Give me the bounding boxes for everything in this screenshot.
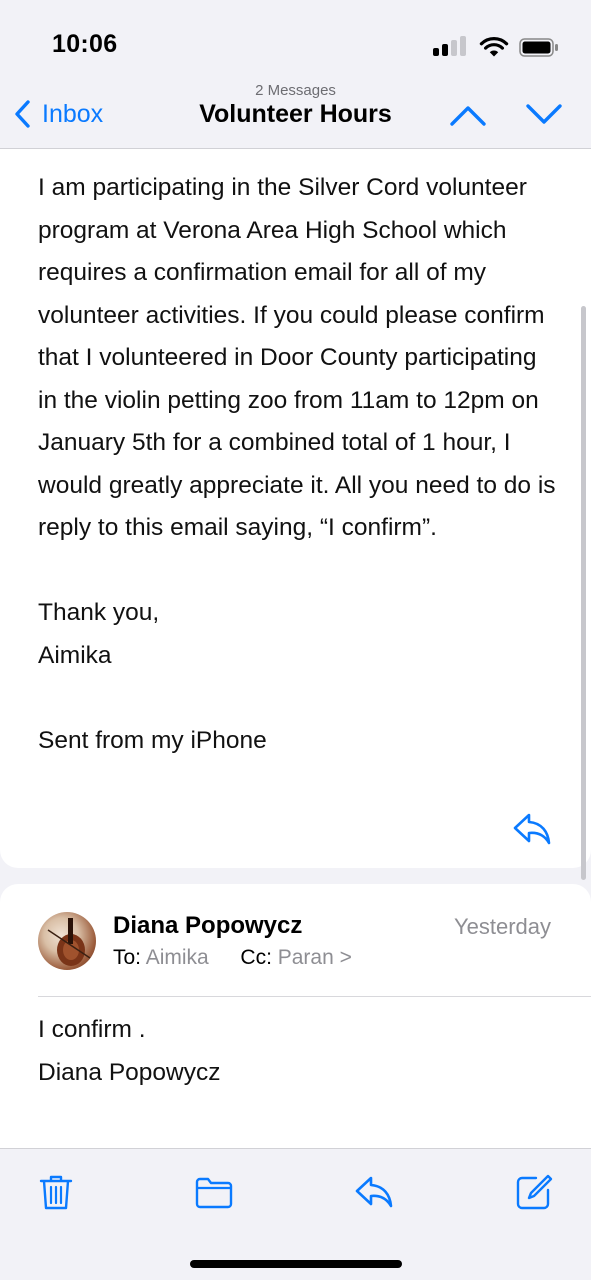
- signature: Aimika: [38, 641, 112, 669]
- cellular-signal-icon: [433, 36, 473, 58]
- status-time: 10:06: [52, 30, 118, 58]
- wifi-icon: [479, 37, 509, 57]
- message-count: 2 Messages: [255, 82, 336, 99]
- trash-icon[interactable]: [36, 1172, 76, 1212]
- back-to-inbox-button[interactable]: Inbox: [12, 98, 103, 130]
- folder-icon[interactable]: [194, 1172, 234, 1212]
- message-card-original[interactable]: I am participating in the Silver Cord vo…: [0, 149, 591, 868]
- sent-from-footer: Sent from my iPhone: [38, 726, 267, 754]
- message-body: I am participating in the Silver Cord vo…: [38, 167, 558, 762]
- chevron-right-icon[interactable]: >: [340, 946, 352, 969]
- chevron-up-icon[interactable]: [446, 98, 490, 132]
- battery-icon: [519, 38, 558, 57]
- toolbar-divider: [0, 1148, 591, 1149]
- chevron-left-icon: [15, 100, 30, 128]
- sign-off: Thank you,: [38, 599, 160, 626]
- status-icons: [433, 36, 563, 58]
- violin-icon: [47, 918, 91, 966]
- cc-recipient: Paran: [277, 946, 334, 969]
- back-label: Inbox: [42, 99, 104, 128]
- message-date: Yesterday: [453, 914, 551, 939]
- avatar: [38, 912, 96, 970]
- bottom-toolbar: [0, 1148, 591, 1280]
- reply-icon[interactable]: [512, 811, 552, 847]
- recipients-line[interactable]: To: Aimika Cc: Paran >: [113, 946, 352, 970]
- cc-label: Cc:: [240, 946, 272, 969]
- scrollbar[interactable]: [581, 306, 586, 880]
- message-paragraph: I am participating in the Silver Cord vo…: [38, 174, 556, 541]
- sign-off-block: Thank you, Aimika: [38, 592, 558, 677]
- status-bar: 10:06: [0, 0, 591, 84]
- compose-icon[interactable]: [514, 1172, 554, 1212]
- to-recipient: Aimika: [145, 946, 209, 969]
- message-card-reply[interactable]: Diana Popowycz Yesterday To: Aimika Cc: …: [0, 884, 591, 1148]
- navigation-bar: 2 Messages Volunteer Hours Inbox: [0, 78, 591, 148]
- sender-name: Diana Popowycz: [113, 912, 303, 939]
- reply-body: I confirm . Diana Popowycz: [38, 1008, 220, 1094]
- home-indicator[interactable]: [190, 1260, 402, 1268]
- chevron-down-icon[interactable]: [522, 98, 566, 132]
- reply-signature: Diana Popowycz: [38, 1059, 221, 1086]
- to-label: To:: [113, 946, 142, 969]
- reply-line: I confirm .: [38, 1016, 146, 1043]
- reply-icon[interactable]: [354, 1172, 394, 1212]
- header-divider: [38, 996, 591, 997]
